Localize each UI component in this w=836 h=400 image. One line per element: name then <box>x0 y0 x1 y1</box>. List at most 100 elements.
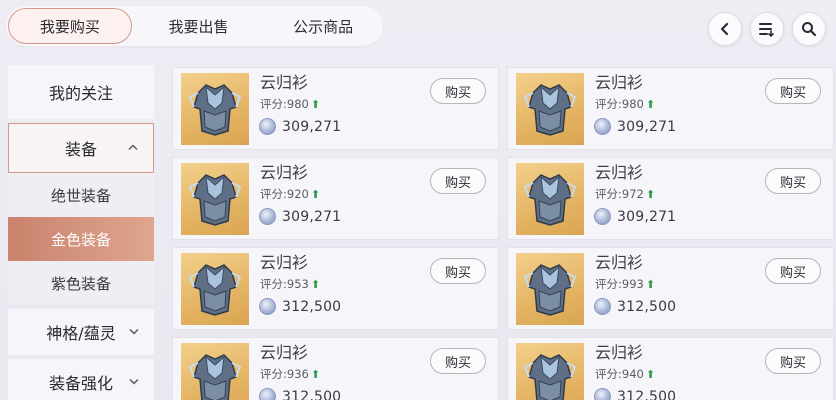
sidebar-sub-peerless[interactable]: 绝世装备 <box>8 173 154 217</box>
product-name: 云归衫 <box>260 73 309 92</box>
sidebar-item-equipment[interactable]: 装备 <box>8 123 154 173</box>
category-sidebar: 我的关注 装备 绝世装备 金色装备 紫色装备 神格/蕴灵 装备强化 <box>8 65 154 400</box>
product-price: 312,500 <box>282 298 342 315</box>
armor-icon <box>188 264 242 316</box>
product-card[interactable]: 云归衫评分:920 ⬆ 309,271 购买 <box>172 157 499 240</box>
search-button[interactable] <box>792 12 826 46</box>
sidebar-sub-gold[interactable]: 金色装备 <box>8 217 154 261</box>
product-score: 评分:953 ⬆ <box>260 276 320 292</box>
product-name: 云归衫 <box>260 253 309 272</box>
product-thumbnail[interactable] <box>181 253 249 325</box>
score-text: 评分:953 <box>260 277 309 291</box>
product-score: 评分:940 ⬆ <box>595 366 655 382</box>
coin-icon <box>594 298 611 315</box>
coin-icon <box>259 298 276 315</box>
coin-icon <box>594 208 611 225</box>
armor-icon <box>523 264 577 316</box>
sidebar-item-follow[interactable]: 我的关注 <box>8 65 154 119</box>
score-text: 评分:936 <box>260 367 309 381</box>
sidebar-sub-purple[interactable]: 紫色装备 <box>8 261 154 305</box>
product-thumbnail[interactable] <box>516 163 584 235</box>
coin-icon <box>594 388 611 400</box>
product-thumbnail[interactable] <box>516 343 584 400</box>
product-card[interactable]: 云归衫评分:980 ⬆ 309,271 购买 <box>507 67 834 150</box>
buy-button[interactable]: 购买 <box>765 78 821 104</box>
price-row: 312,500 <box>259 298 341 315</box>
price-row: 312,500 <box>259 388 341 400</box>
product-card[interactable]: 云归衫评分:993 ⬆ 312,500 购买 <box>507 247 834 330</box>
price-row: 312,500 <box>594 298 676 315</box>
score-text: 评分:980 <box>260 97 309 111</box>
armor-icon <box>188 174 242 226</box>
up-arrow-icon: ⬆ <box>645 368 656 381</box>
sidebar-item-shenge[interactable]: 神格/蕴灵 <box>8 309 154 355</box>
product-card[interactable]: 云归衫 评分:972 ⬆ 309,271 购买 <box>507 157 834 240</box>
sidebar-item-enhance[interactable]: 装备强化 <box>8 359 154 400</box>
buy-button[interactable]: 购买 <box>430 168 486 194</box>
product-thumbnail[interactable] <box>516 253 584 325</box>
list-button[interactable] <box>750 12 784 46</box>
product-score: 评分:920 ⬆ <box>260 186 320 202</box>
coin-icon <box>594 118 611 135</box>
product-score: 评分:980 ⬆ <box>595 96 655 112</box>
product-card[interactable]: 云归衫 评分:936 ⬆ 312,500 购买 <box>172 337 499 400</box>
armor-icon <box>188 84 242 136</box>
product-score: 评分:993 ⬆ <box>595 276 655 292</box>
sidebar-item-label: 装备 <box>64 140 97 159</box>
buy-button[interactable]: 购买 <box>765 348 821 374</box>
top-tab-bar: 我要购买 我要出售 公示商品 <box>6 6 383 46</box>
score-text: 评分:993 <box>595 277 644 291</box>
buy-button[interactable]: 购买 <box>430 258 486 284</box>
product-name: 云归衫 <box>595 163 644 182</box>
price-row: 309,271 <box>259 208 341 225</box>
product-thumbnail[interactable] <box>516 73 584 145</box>
armor-icon <box>188 354 242 400</box>
sidebar-item-label: 神格/蕴灵 <box>46 324 116 343</box>
back-button[interactable] <box>708 12 742 46</box>
search-icon <box>802 22 817 37</box>
product-thumbnail[interactable] <box>181 73 249 145</box>
product-price: 309,271 <box>617 118 677 135</box>
product-name: 云归衫 <box>260 163 309 182</box>
tab-public[interactable]: 公示商品 <box>263 8 383 44</box>
product-card[interactable]: 云归衫 评分:940 ⬆ 312,500 购买 <box>507 337 834 400</box>
armor-icon <box>523 174 577 226</box>
price-row: 309,271 <box>594 208 676 225</box>
product-price: 312,500 <box>617 388 677 400</box>
buy-button[interactable]: 购买 <box>765 168 821 194</box>
armor-icon <box>523 84 577 136</box>
chevron-up-icon <box>127 142 139 155</box>
price-row: 312,500 <box>594 388 676 400</box>
up-arrow-icon: ⬆ <box>645 188 656 201</box>
buy-button[interactable]: 购买 <box>430 348 486 374</box>
armor-icon <box>523 354 577 400</box>
product-name: 云归衫 <box>595 73 644 92</box>
product-score: 评分:980 ⬆ <box>260 96 320 112</box>
product-name: 云归衫 <box>595 253 644 272</box>
tab-buy[interactable]: 我要购买 <box>8 8 132 44</box>
coin-icon <box>259 118 276 135</box>
score-text: 评分:920 <box>260 187 309 201</box>
up-arrow-icon: ⬆ <box>310 278 321 291</box>
up-arrow-icon: ⬆ <box>310 98 321 111</box>
buy-button[interactable]: 购买 <box>430 78 486 104</box>
price-row: 309,271 <box>594 118 676 135</box>
sidebar-item-label: 装备强化 <box>48 374 113 393</box>
up-arrow-icon: ⬆ <box>645 278 656 291</box>
chevron-left-icon <box>720 22 729 36</box>
list-icon <box>759 23 774 37</box>
buy-button[interactable]: 购买 <box>765 258 821 284</box>
product-thumbnail[interactable] <box>181 163 249 235</box>
tab-sell[interactable]: 我要出售 <box>134 8 264 44</box>
up-arrow-icon: ⬆ <box>310 368 321 381</box>
product-price: 309,271 <box>617 208 677 225</box>
product-card[interactable]: 云归衫评分:980 ⬆ 309,271 购买 <box>172 67 499 150</box>
coin-icon <box>259 208 276 225</box>
up-arrow-icon: ⬆ <box>645 98 656 111</box>
product-price: 309,271 <box>282 118 342 135</box>
product-thumbnail[interactable] <box>181 343 249 400</box>
product-price: 312,500 <box>617 298 677 315</box>
coin-icon <box>259 388 276 400</box>
chevron-down-icon <box>128 326 140 339</box>
product-card[interactable]: 云归衫评分:953 ⬆ 312,500 购买 <box>172 247 499 330</box>
